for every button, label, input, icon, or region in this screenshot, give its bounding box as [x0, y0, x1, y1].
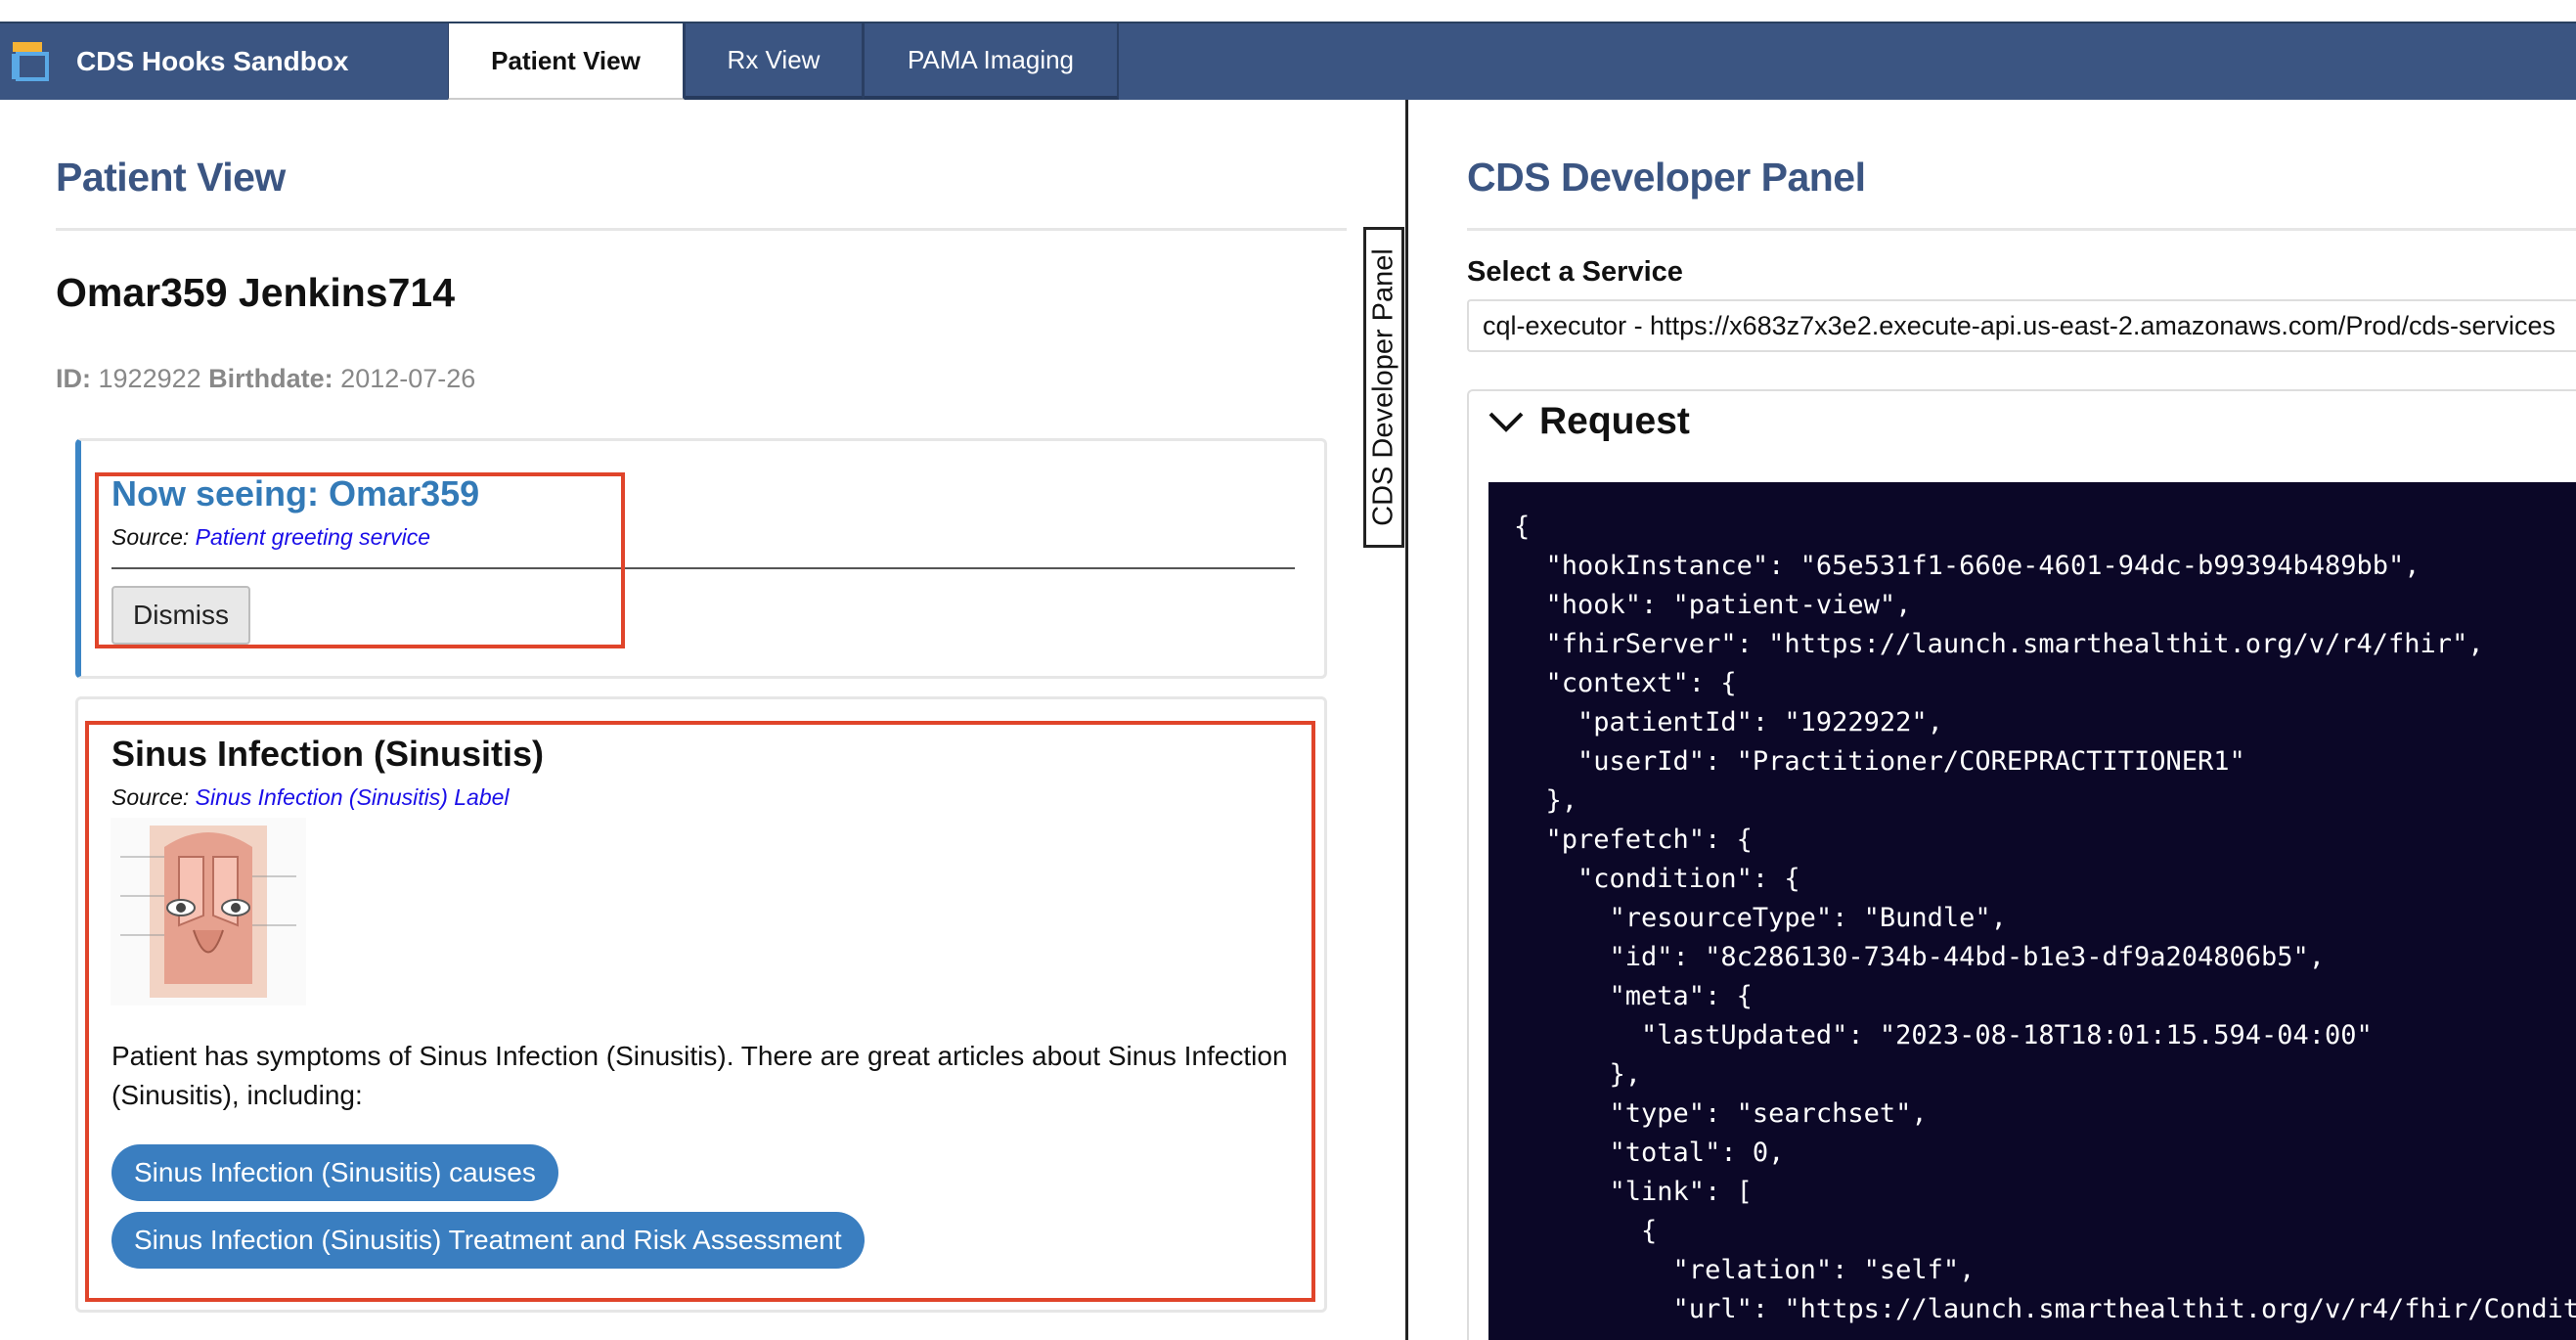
sinusitis-causes-link[interactable]: Sinus Infection (Sinusitis) causes [111, 1144, 558, 1201]
sinusitis-treatment-link[interactable]: Sinus Infection (Sinusitis) Treatment an… [111, 1212, 865, 1269]
dev-heading-divider [1467, 228, 2576, 231]
patient-name: Omar359 Jenkins714 [56, 270, 455, 315]
sinus-anatomy-image [111, 818, 306, 1005]
top-strip [0, 0, 2576, 22]
app-title: CDS Hooks Sandbox [76, 46, 349, 76]
source-prefix: Source: [111, 524, 190, 550]
request-json: { "hookInstance": "65e531f1-660e-4601-94… [1514, 512, 2576, 1324]
chevron-down-icon [1488, 412, 1524, 432]
brand[interactable]: CDS Hooks Sandbox [0, 23, 348, 100]
id-label: ID: [56, 364, 91, 393]
tab-patient-view[interactable]: Patient View [448, 23, 685, 100]
panel-divider[interactable] [1405, 100, 1408, 1340]
birthdate-label: Birthdate: [208, 364, 333, 393]
request-title: Request [1539, 400, 1690, 442]
dev-panel-toggle-label: CDS Developer Panel [1367, 248, 1399, 526]
sinusitis-card-source: Source: Sinus Infection (Sinusitis) Labe… [111, 784, 510, 811]
request-json-viewer[interactable]: { "hookInstance": "65e531f1-660e-4601-94… [1488, 482, 2576, 1340]
greeting-card-title: Now seeing: Omar359 [111, 473, 480, 514]
patient-id: 1922922 [98, 364, 201, 393]
source-link-sinusitis-label[interactable]: Sinus Infection (Sinusitis) Label [196, 784, 510, 810]
dev-panel-toggle[interactable]: CDS Developer Panel [1363, 227, 1404, 548]
heading-divider [56, 228, 1347, 231]
request-toggle[interactable]: Request [1487, 396, 1690, 447]
patient-meta: ID: 1922922 Birthdate: 2012-07-26 [56, 364, 475, 394]
source-link-greeting-service[interactable]: Patient greeting service [196, 524, 430, 550]
sandbox-logo-icon [10, 40, 53, 83]
sinusitis-description: Patient has symptoms of Sinus Infection … [111, 1041, 1288, 1110]
select-service-label: Select a Service [1467, 256, 1683, 288]
sinusitis-card-title: Sinus Infection (Sinusitis) [111, 734, 545, 774]
service-select[interactable]: cql-executor - https://x683z7x3e2.execut… [1467, 299, 2576, 352]
dismiss-button[interactable]: Dismiss [111, 586, 250, 645]
patient-view-heading: Patient View [56, 155, 286, 200]
source-prefix: Source: [111, 784, 190, 810]
tab-pama-imaging[interactable]: PAMA Imaging [864, 23, 1119, 100]
dev-panel-heading: CDS Developer Panel [1467, 155, 1866, 200]
navbar: CDS Hooks Sandbox Patient View Rx View P… [0, 22, 2576, 100]
greeting-card-source: Source: Patient greeting service [111, 524, 430, 551]
card-divider [111, 567, 1295, 569]
patient-birthdate: 2012-07-26 [340, 364, 476, 393]
tab-rx-view[interactable]: Rx View [685, 23, 864, 100]
